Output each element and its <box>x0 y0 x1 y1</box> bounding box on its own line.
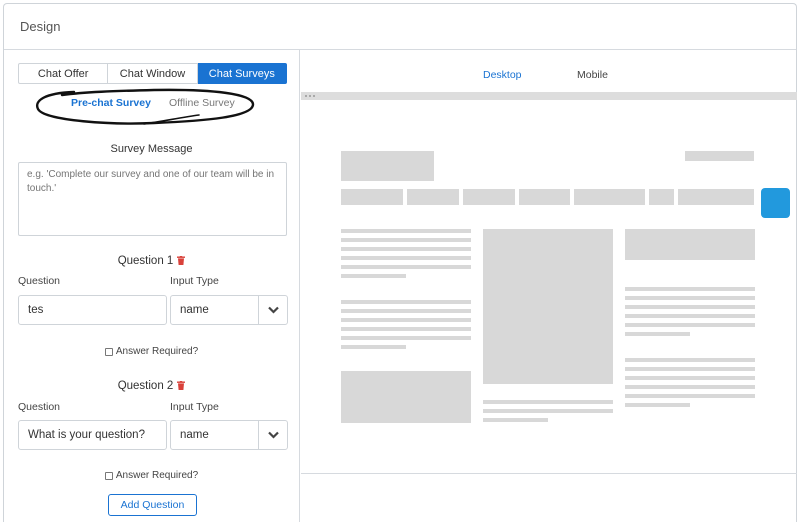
tab-mobile[interactable]: Mobile <box>577 69 608 81</box>
mock-nav-item <box>678 189 754 205</box>
question-1-answer-required-label: Answer Required? <box>115 346 199 357</box>
mock-text-line <box>341 247 471 251</box>
tab-desktop[interactable]: Desktop <box>483 69 522 81</box>
mock-text-line <box>341 336 471 340</box>
mock-text-line <box>341 238 471 242</box>
mock-nav-item <box>407 189 459 205</box>
header: Design <box>4 4 796 50</box>
mock-text-line <box>341 309 471 313</box>
question-1-title-text: Question 1 <box>117 255 174 267</box>
tab-chat-offer[interactable]: Chat Offer <box>18 63 109 84</box>
mock-text-line <box>341 327 471 331</box>
browser-bar <box>301 92 797 100</box>
mock-text-line <box>625 394 755 398</box>
question-2-title: Question 2 <box>4 380 299 392</box>
mock-text-line <box>341 265 471 269</box>
question-1-input-type-select[interactable]: name <box>170 295 288 325</box>
mock-text-line <box>625 385 755 389</box>
mock-header-link <box>685 151 754 161</box>
question-1-input[interactable]: tes <box>18 295 167 325</box>
question-2-input-type-select[interactable]: name <box>170 420 288 450</box>
question-1-question-label: Question <box>18 275 61 287</box>
question-1-input-type-value: name <box>180 304 209 316</box>
design-panel: Design Chat Offer Chat Window Chat Surve… <box>3 3 797 522</box>
mock-text-line <box>625 323 755 327</box>
question-2-title-text: Question 2 <box>117 380 174 392</box>
question-1-answer-required[interactable]: Answer Required? <box>4 346 299 357</box>
mock-text-line <box>341 229 471 233</box>
question-2-answer-required-checkbox[interactable] <box>104 471 113 480</box>
mock-text-line <box>625 403 690 407</box>
mock-nav-item <box>574 189 645 205</box>
mock-text-line <box>625 314 755 318</box>
subtab-pre-chat-survey[interactable]: Pre-chat Survey <box>71 97 151 109</box>
question-2-input[interactable]: What is your question? <box>18 420 167 450</box>
mock-text-line <box>341 318 471 322</box>
tab-chat-window[interactable]: Chat Window <box>108 63 198 84</box>
trash-icon[interactable] <box>177 381 186 390</box>
survey-message-input[interactable] <box>18 162 287 236</box>
mock-logo <box>341 151 434 181</box>
mock-text-line <box>625 367 755 371</box>
add-question-button[interactable]: Add Question <box>108 494 197 516</box>
question-2-answer-required-label: Answer Required? <box>115 470 199 481</box>
mock-image <box>483 229 613 384</box>
survey-message-label: Survey Message <box>110 143 193 155</box>
chat-launcher-button[interactable] <box>761 188 790 218</box>
preview-bottom-border <box>301 473 797 474</box>
subtab-offline-survey[interactable]: Offline Survey <box>169 97 235 109</box>
chevron-down-icon <box>258 421 287 449</box>
mock-image <box>341 371 471 423</box>
question-1-input-type-label: Input Type <box>170 275 219 287</box>
mock-text-line <box>625 358 755 362</box>
question-1-title: Question 1 <box>4 255 299 267</box>
question-2-input-type-value: name <box>180 429 209 441</box>
question-2-input-type-label: Input Type <box>170 401 219 413</box>
mock-text-line <box>341 274 406 278</box>
mock-nav-item <box>649 189 674 205</box>
preview-panel: Desktop Mobile <box>300 50 797 522</box>
mock-text-line <box>483 418 548 422</box>
design-tabs: Chat Offer Chat Window Chat Surveys <box>18 63 287 84</box>
question-2-question-label: Question <box>18 401 61 413</box>
mock-text-line <box>625 376 755 380</box>
mock-text-line <box>625 332 690 336</box>
browser-dots <box>305 95 315 97</box>
mock-text-line <box>625 287 755 291</box>
mock-text-line <box>625 305 755 309</box>
chevron-down-icon <box>258 296 287 324</box>
question-1-answer-required-checkbox[interactable] <box>104 347 113 356</box>
survey-subtabs: Pre-chat Survey Offline Survey <box>34 87 255 127</box>
mock-text-line <box>625 296 755 300</box>
mock-text-line <box>341 256 471 260</box>
page-title: Design <box>20 19 61 34</box>
trash-icon[interactable] <box>177 256 186 265</box>
mock-text-line <box>483 400 613 404</box>
mock-nav-item <box>463 189 515 205</box>
mock-text-line <box>341 345 406 349</box>
tab-chat-surveys[interactable]: Chat Surveys <box>197 63 287 84</box>
settings-panel: Chat Offer Chat Window Chat Surveys Pre-… <box>4 50 300 522</box>
question-2-answer-required[interactable]: Answer Required? <box>4 470 299 481</box>
mock-image <box>625 229 755 260</box>
mock-text-line <box>483 409 613 413</box>
mock-text-line <box>341 300 471 304</box>
mock-nav-item <box>519 189 570 205</box>
mock-nav-item <box>341 189 403 205</box>
